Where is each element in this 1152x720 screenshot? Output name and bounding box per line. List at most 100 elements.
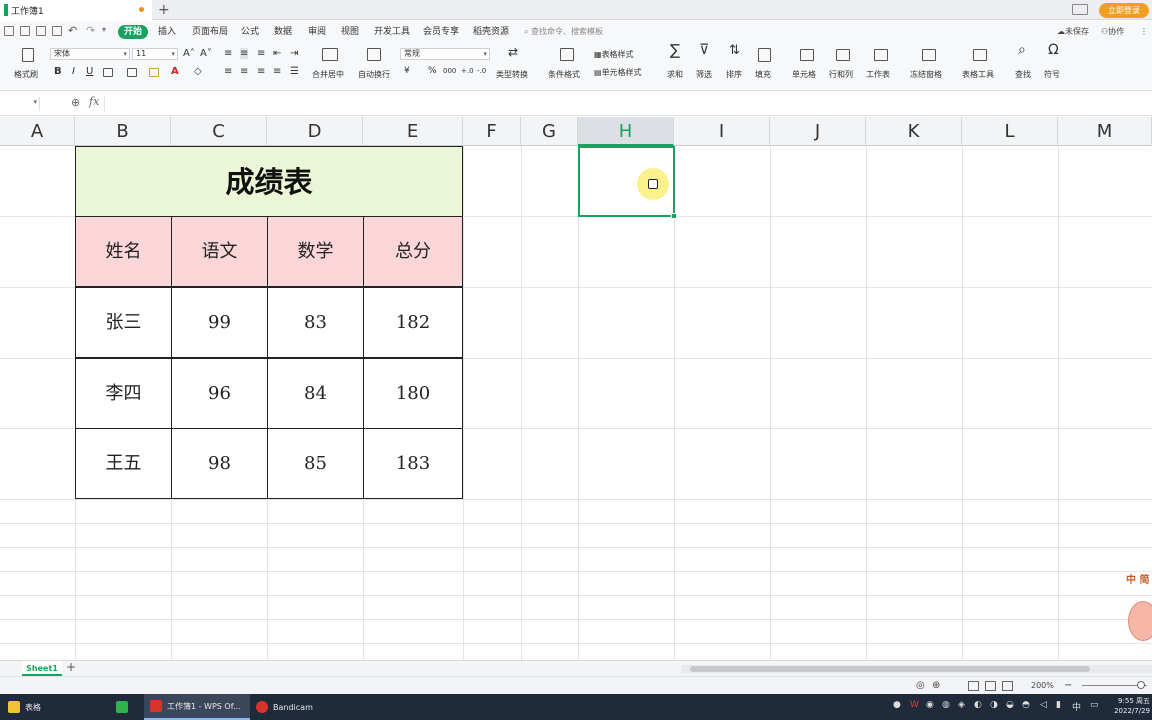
- tray-app-icon[interactable]: ◐: [974, 700, 982, 710]
- row-column-label[interactable]: 行和列: [829, 69, 853, 80]
- header-cell-name[interactable]: 姓名: [75, 216, 172, 287]
- border-icon[interactable]: [103, 68, 113, 77]
- keyboard-icon[interactable]: ▭: [1090, 700, 1099, 710]
- save-icon[interactable]: [4, 26, 14, 36]
- microphone-icon[interactable]: ▮: [1056, 700, 1061, 710]
- column-header-i[interactable]: I: [674, 117, 770, 146]
- type-convert-icon[interactable]: ⇄: [508, 46, 518, 58]
- fill-down-icon[interactable]: [758, 48, 771, 62]
- fx-icon[interactable]: fx: [89, 95, 99, 108]
- name-box[interactable]: [0, 97, 40, 111]
- currency-icon[interactable]: ¥: [404, 66, 410, 77]
- freeze-panes-icon[interactable]: [922, 49, 936, 61]
- conditional-format-icon[interactable]: [560, 48, 574, 61]
- fill-handle[interactable]: [671, 213, 677, 219]
- mascot-widget-icon[interactable]: [1128, 601, 1152, 641]
- zoom-formula-icon[interactable]: ⊕: [71, 96, 80, 109]
- find-icon[interactable]: ⌕: [1018, 43, 1026, 57]
- taskbar-item-folder[interactable]: 表格: [8, 694, 108, 720]
- symbol-icon[interactable]: Ω: [1048, 43, 1059, 57]
- data-cell[interactable]: 李四: [75, 358, 172, 429]
- print-preview-icon[interactable]: [20, 26, 30, 36]
- decrease-decimal-icon[interactable]: -.0: [477, 66, 486, 77]
- window-layout-icon[interactable]: [1072, 4, 1088, 15]
- italic-icon[interactable]: I: [72, 66, 75, 77]
- document-tab[interactable]: 工作簿1: [0, 0, 152, 20]
- data-cell[interactable]: 96: [171, 358, 268, 429]
- formula-input[interactable]: [104, 96, 1152, 112]
- wrap-text-label[interactable]: 自动换行: [358, 69, 390, 80]
- menu-formulas[interactable]: 公式: [241, 26, 259, 38]
- taskbar-item-bandicam[interactable]: Bandicam: [256, 694, 346, 720]
- column-header-f[interactable]: F: [463, 117, 521, 146]
- quick-access-dropdown-icon[interactable]: ▾: [102, 25, 106, 34]
- taskbar-item-wechat[interactable]: [116, 694, 140, 720]
- thousands-separator-icon[interactable]: 000: [443, 66, 456, 77]
- tray-app-icon[interactable]: ◉: [926, 700, 934, 710]
- data-cell[interactable]: 王五: [75, 428, 172, 499]
- cell-fill-style-icon[interactable]: [127, 68, 137, 77]
- menu-page-layout[interactable]: 页面布局: [192, 26, 228, 38]
- menu-developer[interactable]: 开发工具: [374, 26, 410, 38]
- header-cell-chinese[interactable]: 语文: [171, 216, 268, 287]
- align-bottom-icon[interactable]: ≡: [257, 48, 265, 59]
- fill-label[interactable]: 填充: [755, 69, 771, 80]
- format-painter-icon[interactable]: [22, 48, 34, 62]
- percent-icon[interactable]: %: [428, 66, 437, 77]
- worksheet-icon[interactable]: [874, 49, 888, 61]
- table-tools-label[interactable]: 表格工具: [962, 69, 994, 80]
- menu-review[interactable]: 审阅: [308, 26, 326, 38]
- zoom-out-button[interactable]: −: [1064, 679, 1072, 693]
- tray-app-icon[interactable]: ◑: [990, 700, 998, 710]
- data-cell[interactable]: 98: [171, 428, 268, 499]
- sum-label[interactable]: 求和: [667, 69, 683, 80]
- column-header-g[interactable]: G: [521, 117, 578, 146]
- conditional-format-label[interactable]: 条件格式: [548, 69, 580, 80]
- menu-insert[interactable]: 插入: [158, 26, 176, 38]
- fill-color-icon[interactable]: [149, 68, 159, 77]
- increase-font-icon[interactable]: A˄: [183, 48, 195, 59]
- print-icon[interactable]: [36, 26, 46, 36]
- collaborate-button[interactable]: ⚇协作: [1101, 26, 1124, 38]
- increase-decimal-icon[interactable]: +.0: [461, 66, 474, 77]
- column-header-m[interactable]: M: [1058, 117, 1152, 146]
- column-header-h[interactable]: H: [578, 117, 674, 146]
- sort-icon[interactable]: ⇅: [729, 44, 740, 57]
- cell-grid[interactable]: 成绩表 姓名 语文 数学 总分 张三 99 83 182 李四 96 84 18…: [0, 146, 1152, 660]
- align-right-icon[interactable]: ≡: [257, 66, 265, 77]
- cell-label[interactable]: 单元格: [792, 69, 816, 80]
- column-header-b[interactable]: B: [75, 117, 171, 146]
- underline-icon[interactable]: U: [86, 66, 93, 77]
- horizontal-scroll-thumb[interactable]: [690, 666, 1090, 672]
- clear-format-icon[interactable]: ◇: [194, 66, 202, 77]
- justify-icon[interactable]: ≡: [273, 66, 281, 77]
- data-cell[interactable]: 182: [363, 287, 463, 358]
- header-cell-total[interactable]: 总分: [363, 216, 463, 287]
- symbol-label[interactable]: 符号: [1044, 69, 1060, 80]
- horizontal-scrollbar[interactable]: [682, 665, 1152, 673]
- table-tools-icon[interactable]: [973, 49, 987, 61]
- cell-icon[interactable]: [800, 49, 814, 61]
- tray-app-icon[interactable]: ◓: [1022, 700, 1030, 710]
- font-name-select[interactable]: 宋体: [50, 48, 130, 60]
- merge-center-label[interactable]: 合并居中: [312, 69, 344, 80]
- more-options-icon[interactable]: ⋮: [1140, 26, 1148, 38]
- tray-record-icon[interactable]: ●: [893, 700, 901, 710]
- tray-app-icon[interactable]: ◈: [958, 700, 965, 710]
- zoom-slider-knob[interactable]: [1137, 681, 1145, 689]
- undo-icon[interactable]: ↶: [68, 24, 77, 37]
- sum-icon[interactable]: ∑: [670, 43, 680, 58]
- align-middle-icon[interactable]: ≡: [240, 48, 249, 59]
- data-cell[interactable]: 张三: [75, 287, 172, 358]
- worksheet-label[interactable]: 工作表: [866, 69, 890, 80]
- table-style-button[interactable]: ▦表格样式: [594, 49, 634, 60]
- format-painter-label[interactable]: 格式刷: [14, 69, 38, 80]
- menu-docer[interactable]: 稻壳资源: [473, 26, 509, 38]
- data-cell[interactable]: 85: [267, 428, 364, 499]
- crosshair-icon[interactable]: ⊕: [932, 679, 940, 693]
- header-cell-math[interactable]: 数学: [267, 216, 364, 287]
- menu-membership[interactable]: 会员专享: [423, 26, 459, 38]
- normal-view-icon[interactable]: [968, 681, 979, 691]
- export-icon[interactable]: [52, 26, 62, 36]
- redo-icon[interactable]: ↷: [86, 24, 95, 37]
